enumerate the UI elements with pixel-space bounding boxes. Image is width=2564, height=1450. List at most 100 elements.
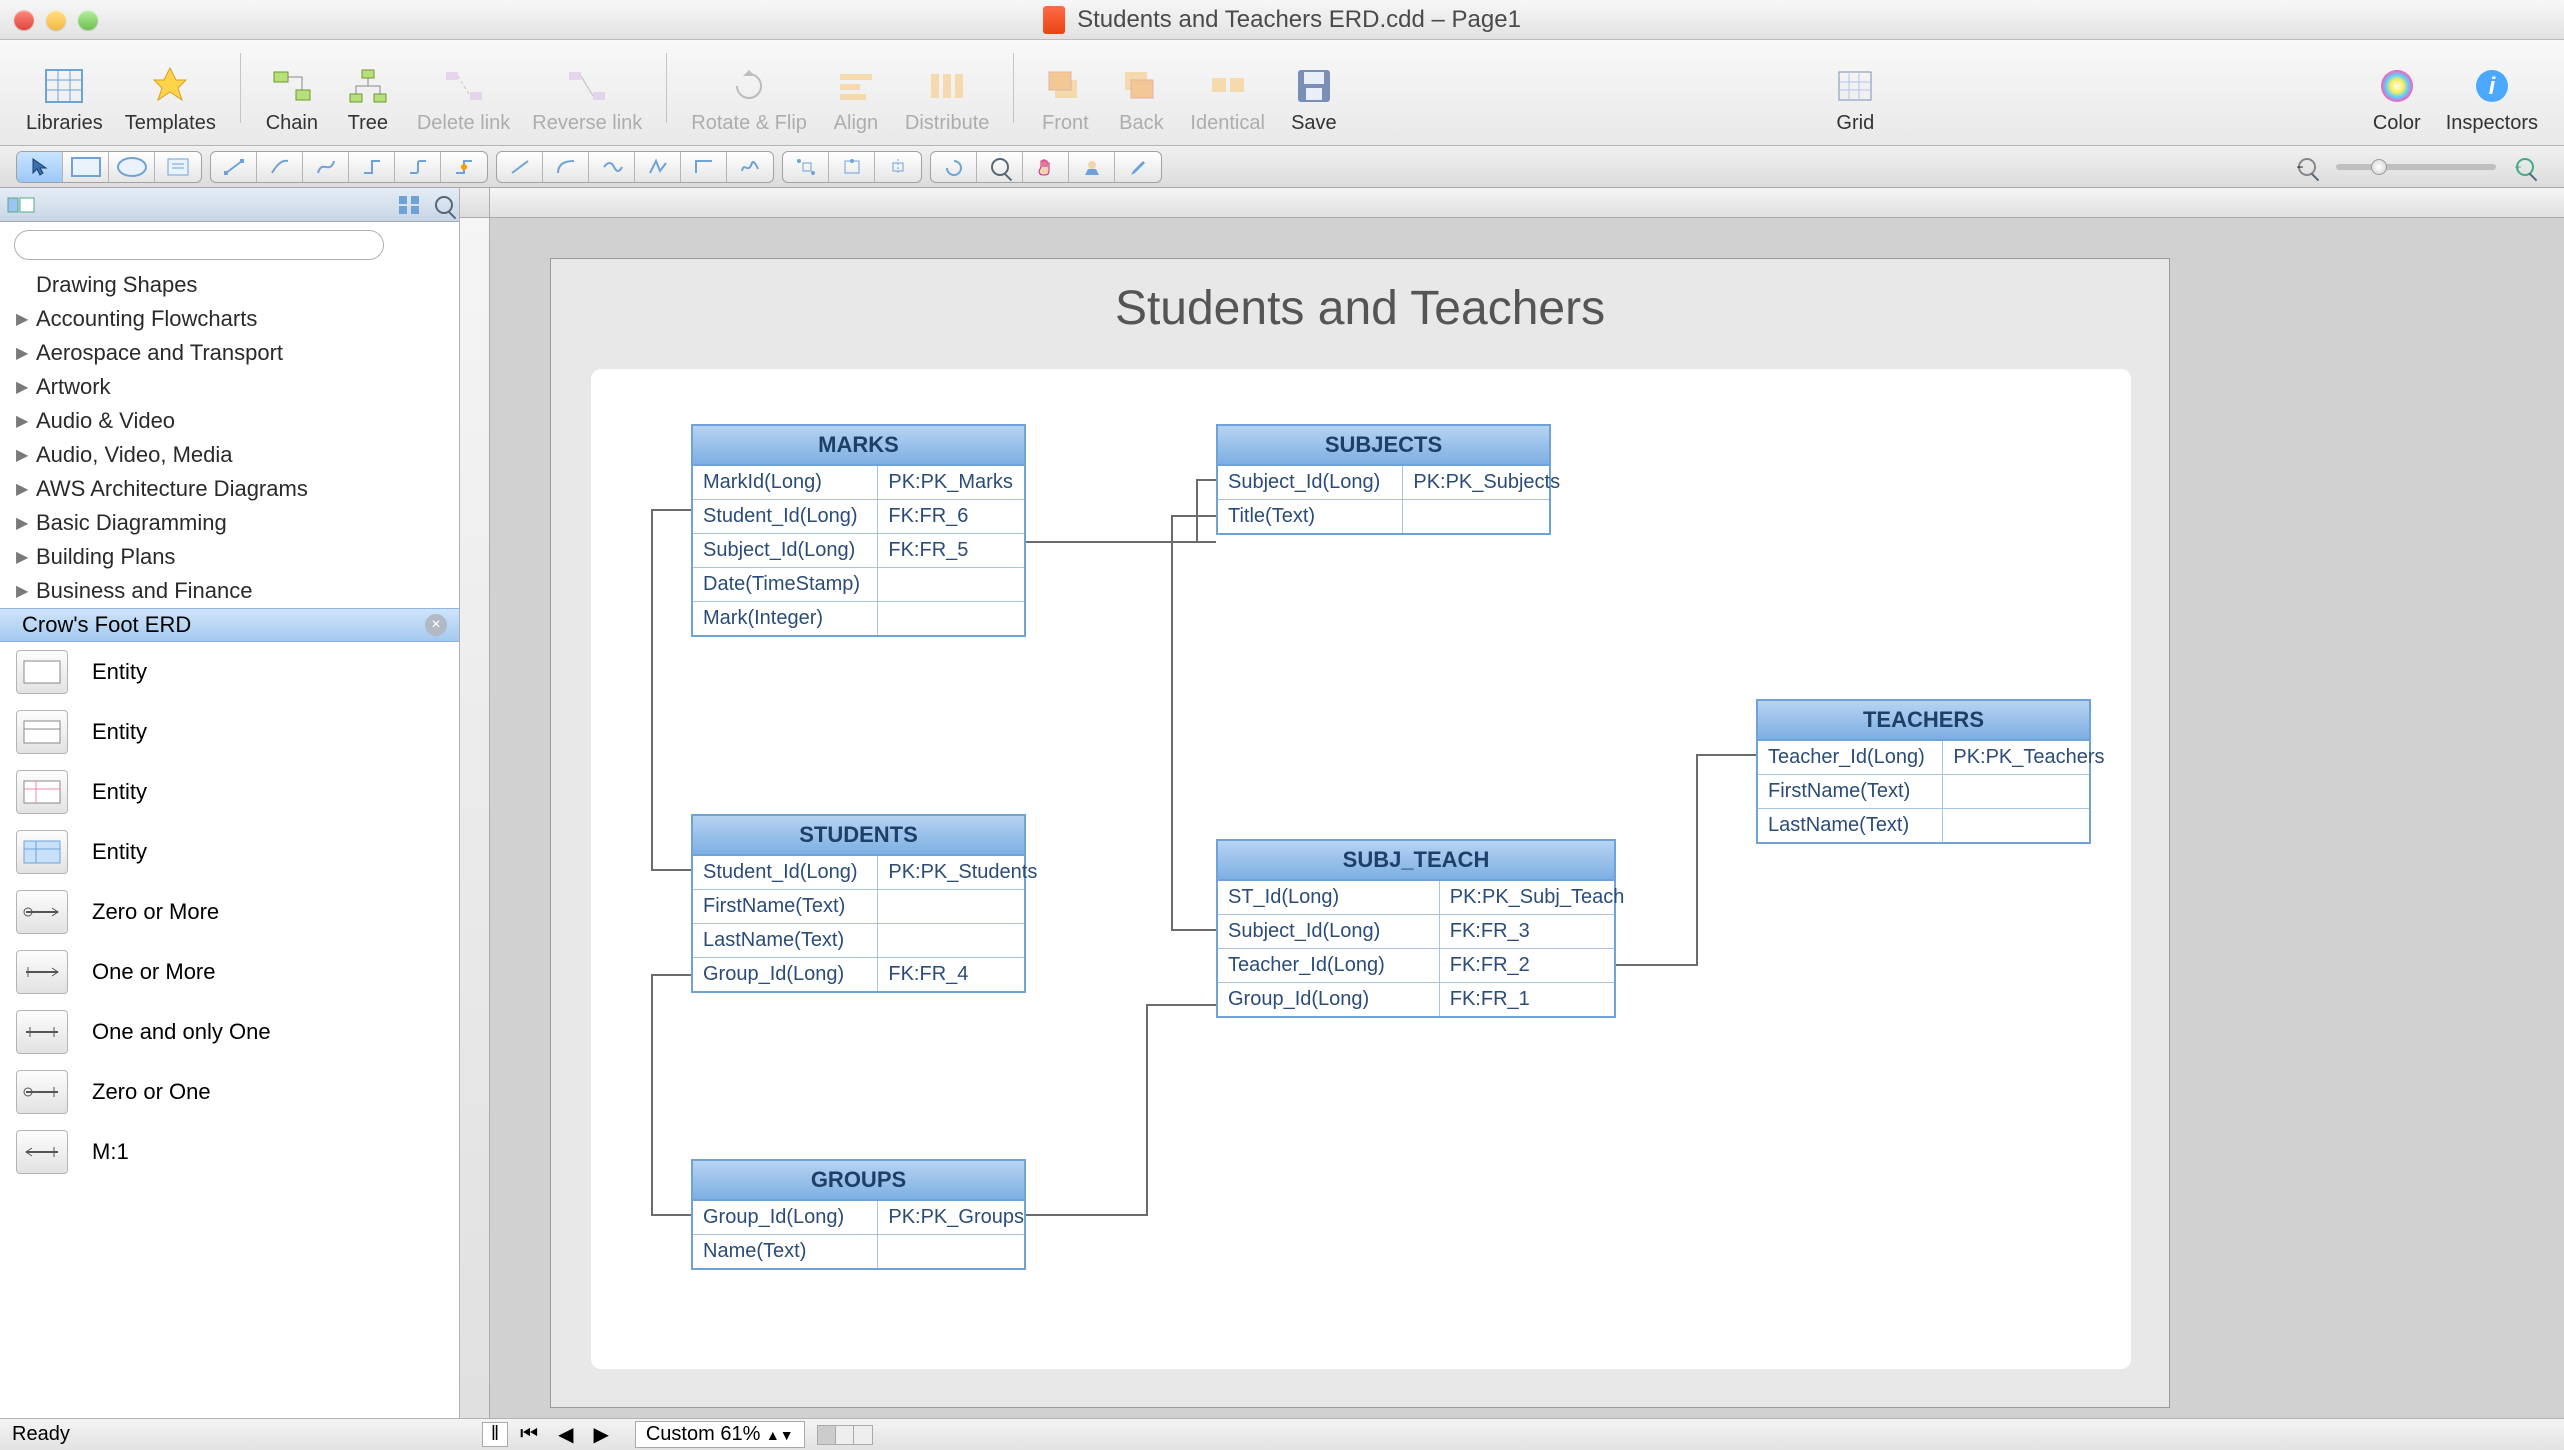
- search-input[interactable]: [14, 230, 384, 260]
- entity-teachers[interactable]: TEACHERSTeacher_Id(Long)PK:PK_TeachersFi…: [1756, 699, 2091, 844]
- connector-direct-tool[interactable]: [211, 152, 257, 182]
- text-tool[interactable]: [155, 152, 201, 182]
- connector[interactable]: [651, 869, 691, 871]
- snap-guide-tool[interactable]: [875, 152, 921, 182]
- page-first-button[interactable]: ⏮: [512, 1423, 546, 1446]
- connector-round-tool[interactable]: [395, 152, 441, 182]
- close-library-icon[interactable]: ×: [425, 614, 447, 636]
- reverse-link-button[interactable]: Reverse link: [524, 60, 650, 139]
- page-next-button[interactable]: ▶: [585, 1422, 616, 1447]
- entity-students[interactable]: STUDENTSStudent_Id(Long)PK:PK_StudentsFi…: [691, 814, 1026, 993]
- library-view-icon[interactable]: [6, 194, 36, 216]
- grid-button[interactable]: Grid: [1820, 60, 1890, 139]
- snap-node-tool[interactable]: [783, 152, 829, 182]
- page-sep-button[interactable]: ‖: [482, 1422, 508, 1447]
- connector[interactable]: [651, 974, 691, 976]
- connector[interactable]: [1146, 1004, 1148, 1216]
- shape-item[interactable]: Entity: [0, 822, 459, 882]
- connector[interactable]: [651, 509, 691, 511]
- zoom-out-button[interactable]: −: [2284, 152, 2330, 182]
- connector[interactable]: [1171, 929, 1216, 931]
- rotate-tool[interactable]: [931, 152, 977, 182]
- entity-marks[interactable]: MARKSMarkId(Long)PK:PK_MarksStudent_Id(L…: [691, 424, 1026, 637]
- connector[interactable]: [651, 974, 653, 1214]
- search-icon[interactable]: [435, 196, 453, 214]
- zoom-window-button[interactable]: [78, 10, 98, 30]
- category-item[interactable]: ▶Accounting Flowcharts: [0, 302, 459, 336]
- connector[interactable]: [651, 509, 653, 869]
- category-item[interactable]: ▶Artwork: [0, 370, 459, 404]
- connector[interactable]: [1026, 1214, 1146, 1216]
- hand-tool[interactable]: [1023, 152, 1069, 182]
- grid-view-icon[interactable]: [397, 194, 423, 216]
- color-button[interactable]: Color: [2362, 60, 2432, 139]
- libraries-button[interactable]: Libraries: [18, 60, 111, 139]
- ruler-horizontal[interactable]: [490, 188, 2564, 218]
- connector-smart-tool[interactable]: [349, 152, 395, 182]
- category-item[interactable]: Drawing Shapes: [0, 268, 459, 302]
- page-tabs[interactable]: [817, 1425, 873, 1445]
- connector-arc-tool[interactable]: [257, 152, 303, 182]
- page[interactable]: Students and Teachers MARKSMarkId(Long)P…: [550, 258, 2170, 1408]
- arc-tool[interactable]: [543, 152, 589, 182]
- delete-link-button[interactable]: Delete link: [409, 60, 518, 139]
- connector[interactable]: [1171, 515, 1173, 930]
- connector[interactable]: [1171, 515, 1216, 517]
- connector[interactable]: [1196, 479, 1198, 543]
- templates-button[interactable]: Templates: [117, 60, 224, 139]
- rotate-flip-button[interactable]: Rotate & Flip: [683, 60, 815, 139]
- page-prev-button[interactable]: ◀: [550, 1422, 581, 1447]
- diagram-canvas[interactable]: MARKSMarkId(Long)PK:PK_MarksStudent_Id(L…: [591, 369, 2131, 1369]
- connector[interactable]: [651, 1214, 691, 1216]
- zoom-in-button[interactable]: +: [2502, 152, 2548, 182]
- connector[interactable]: [1196, 479, 1216, 481]
- tree-button[interactable]: Tree: [333, 60, 403, 139]
- chain-button[interactable]: Chain: [257, 60, 327, 139]
- orthogonal-tool[interactable]: [681, 152, 727, 182]
- zoom-tool[interactable]: [977, 152, 1023, 182]
- ellipse-tool[interactable]: [109, 152, 155, 182]
- connector[interactable]: [1026, 541, 1216, 543]
- connector[interactable]: [1146, 1004, 1216, 1006]
- pointer-tool[interactable]: [17, 152, 63, 182]
- crop-tool[interactable]: [1069, 152, 1115, 182]
- connector[interactable]: [1696, 754, 1756, 756]
- ruler-vertical[interactable]: [460, 218, 490, 1418]
- back-button[interactable]: Back: [1106, 60, 1176, 139]
- shape-item[interactable]: One or More: [0, 942, 459, 1002]
- inspectors-button[interactable]: iInspectors: [2438, 60, 2546, 139]
- freehand-tool[interactable]: [727, 152, 773, 182]
- connector[interactable]: [1616, 964, 1696, 966]
- align-button[interactable]: Align: [821, 60, 891, 139]
- category-item[interactable]: ▶Business and Finance: [0, 574, 459, 608]
- shape-item[interactable]: Entity: [0, 702, 459, 762]
- category-item[interactable]: ▶Audio, Video, Media: [0, 438, 459, 472]
- shape-item[interactable]: Zero or One: [0, 1062, 459, 1122]
- category-item[interactable]: ▶Audio & Video: [0, 404, 459, 438]
- save-button[interactable]: Save: [1279, 60, 1349, 139]
- minimize-window-button[interactable]: [46, 10, 66, 30]
- connector-bezier-tool[interactable]: [303, 152, 349, 182]
- shape-item[interactable]: Zero or More: [0, 882, 459, 942]
- zoom-slider[interactable]: [2336, 164, 2496, 170]
- spline-tool[interactable]: [589, 152, 635, 182]
- entity-subjects[interactable]: SUBJECTSSubject_Id(Long)PK:PK_SubjectsTi…: [1216, 424, 1551, 535]
- category-item[interactable]: ▶Building Plans: [0, 540, 459, 574]
- shape-item[interactable]: Entity: [0, 762, 459, 822]
- shape-item[interactable]: One and only One: [0, 1002, 459, 1062]
- entity-subj-teach[interactable]: SUBJ_TEACHST_Id(Long)PK:PK_Subj_TeachSub…: [1216, 839, 1616, 1018]
- distribute-button[interactable]: Distribute: [897, 60, 997, 139]
- polyline-tool[interactable]: [635, 152, 681, 182]
- category-item[interactable]: ▶AWS Architecture Diagrams: [0, 472, 459, 506]
- front-button[interactable]: Front: [1030, 60, 1100, 139]
- shape-item[interactable]: Entity: [0, 642, 459, 702]
- connector-edit-tool[interactable]: [441, 152, 487, 182]
- zoom-indicator[interactable]: Custom 61% ▲▼: [635, 1421, 805, 1448]
- line-tool[interactable]: [497, 152, 543, 182]
- category-item[interactable]: ▶Aerospace and Transport: [0, 336, 459, 370]
- category-item[interactable]: ▶Basic Diagramming: [0, 506, 459, 540]
- rect-tool[interactable]: [63, 152, 109, 182]
- entity-groups[interactable]: GROUPSGroup_Id(Long)PK:PK_GroupsName(Tex…: [691, 1159, 1026, 1270]
- shape-item[interactable]: M:1: [0, 1122, 459, 1182]
- selected-library[interactable]: Crow's Foot ERD ×: [0, 608, 459, 642]
